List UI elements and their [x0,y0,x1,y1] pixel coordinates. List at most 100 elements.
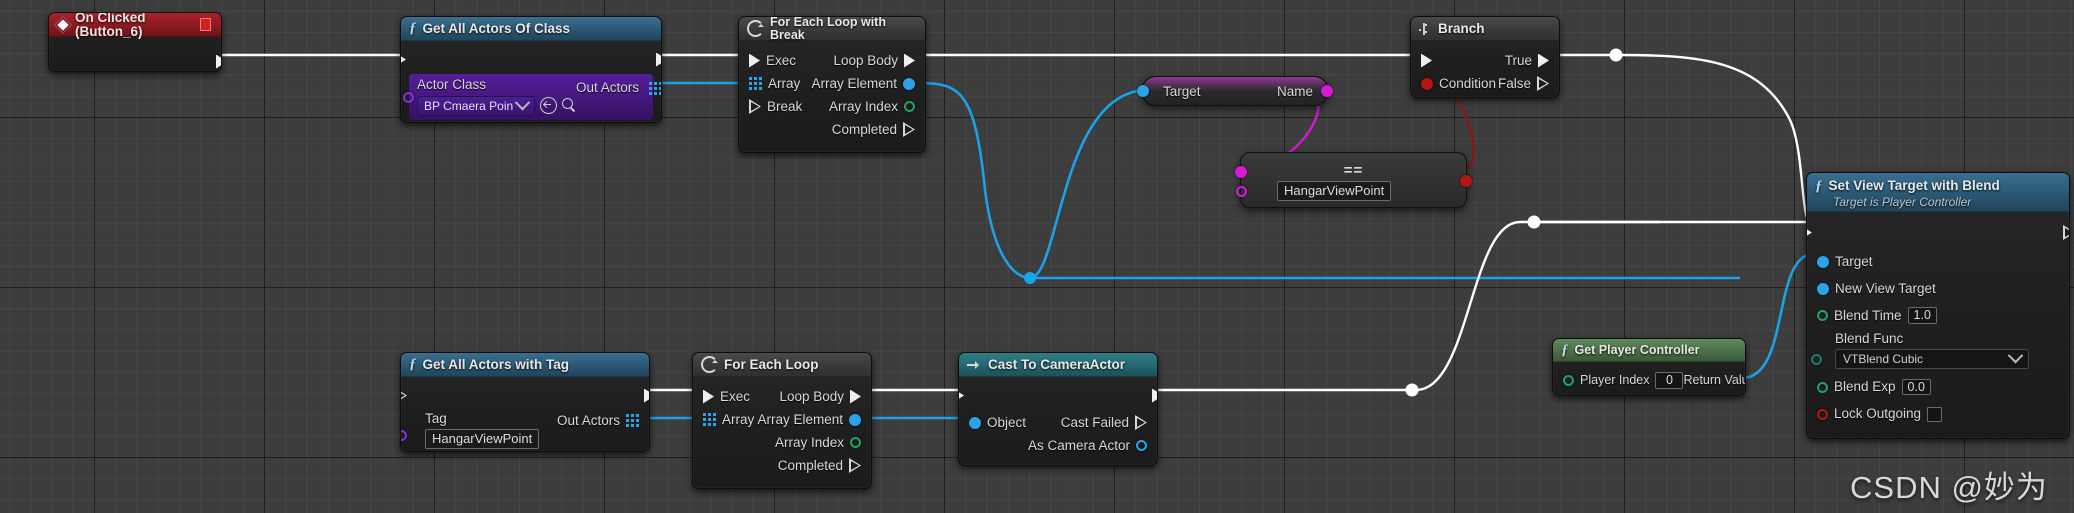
node-title: For Each Loop [724,356,819,372]
array-element-label: Array Element [811,75,897,91]
condition-label: Condition [1439,75,1497,91]
array-index-label: Array Index [828,98,898,114]
blend-exp-in-pin[interactable] [1817,381,1828,393]
completed-out-pin[interactable] [849,458,861,473]
condition-in-pin[interactable] [1421,77,1433,90]
equal-b-in-pin[interactable] [1236,186,1247,197]
object-label: Object [987,414,1027,430]
exec-in-pin[interactable] [1421,53,1432,68]
true-out-pin[interactable] [1538,53,1549,68]
false-label: False [1497,75,1531,91]
out-actors-array-pin[interactable] [649,81,661,95]
equal-result-out-pin[interactable] [1460,175,1472,187]
tag-in-pin[interactable] [401,430,407,441]
blueprint-graph-canvas[interactable]: On Clicked (Button_6) ƒ Get All Actors O… [0,0,2074,513]
target-label: Target [1163,83,1201,99]
node-title: Cast To CameraActor [988,356,1126,372]
break-in-pin[interactable] [749,99,761,114]
tag-value-field[interactable]: HangarViewPoint [425,428,540,449]
exec-out-pin[interactable] [216,54,221,69]
array-element-out-pin[interactable] [849,413,861,426]
exec-out-pin[interactable] [656,52,661,67]
array-in-label: Array [722,411,755,427]
loop-body-label: Loop Body [833,52,898,68]
search-icon[interactable] [562,98,577,113]
node-get-all-actors-of-class[interactable]: ƒ Get All Actors Of Class Actor Class BP… [400,16,662,123]
equal-a-in-pin[interactable] [1235,166,1247,178]
node-cast-to-camera-actor[interactable]: Cast To CameraActor Object Cast Failed A… [958,352,1158,466]
exec-in-pin[interactable] [959,388,964,403]
array-index-out-pin[interactable] [850,437,861,448]
blend-time-in-pin[interactable] [1817,310,1828,321]
node-set-view-target-with-blend[interactable]: ƒ Set View Target with Blend Target is P… [1806,172,2070,439]
completed-out-pin[interactable] [903,122,915,137]
array-element-label: Array Element [757,411,843,427]
node-header: Cast To CameraActor [959,353,1157,377]
new-view-target-in-pin[interactable] [1817,282,1829,295]
exec-in-pin[interactable] [749,53,760,68]
target-in-pin[interactable] [1137,85,1149,97]
array-in-label: Array [768,75,801,91]
function-f-icon: ƒ [1815,177,1823,194]
node-title: For Each Loop with Break [770,16,886,42]
event-diamond-icon [54,16,72,33]
false-out-pin[interactable] [1537,76,1549,91]
loop-body-out-pin[interactable] [850,389,861,404]
array-in-pin[interactable] [749,77,762,90]
array-element-out-pin[interactable] [903,77,915,90]
blend-func-in-pin[interactable] [1811,354,1822,365]
blend-time-label: Blend Time [1834,307,1902,323]
out-actors-array-pin[interactable] [626,414,639,428]
player-index-label: Player Index [1580,373,1650,388]
node-branch[interactable]: Branch True Condition False [1410,16,1560,98]
exec-in-pin[interactable] [401,388,407,403]
exec-in-pin[interactable] [703,389,714,404]
function-f-icon: ƒ [409,20,417,36]
exec-in-pin[interactable] [401,52,406,67]
loop-body-label: Loop Body [779,388,844,404]
cast-failed-out-pin[interactable] [1135,415,1147,430]
array-index-out-pin[interactable] [904,101,915,112]
completed-label: Completed [831,121,897,137]
exec-out-pin[interactable] [1152,388,1157,403]
node-equal-name[interactable]: == HangarViewPoint [1235,152,1472,208]
player-index-field[interactable]: 0 [1655,372,1684,389]
node-header: ƒ Get Player Controller [1553,339,1745,362]
blend-time-field[interactable]: 1.0 [1907,307,1937,324]
actor-class-in-pin[interactable] [403,92,414,103]
node-get-display-name[interactable]: Target Name [1137,76,1333,106]
node-header: ƒ Get All Actors Of Class [401,17,661,41]
actor-class-select[interactable]: BP Cmaera Poin [417,94,536,116]
exec-in-pin[interactable] [1807,225,1812,240]
loop-body-out-pin[interactable] [904,53,915,68]
chevron-down-icon [514,94,531,111]
node-header: For Each Loop [693,353,871,377]
actor-class-param-block: Actor Class BP Cmaera Poin Out Actors [403,74,661,120]
lock-outgoing-checkbox[interactable] [1927,406,1943,422]
node-title: Get Player Controller [1574,342,1700,357]
equal-b-value-field[interactable]: HangarViewPoint [1277,181,1392,201]
node-on-clicked[interactable]: On Clicked (Button_6) [48,12,222,72]
array-in-pin[interactable] [703,413,716,426]
target-in-pin[interactable] [1817,255,1829,268]
as-camera-actor-out-pin[interactable] [1136,440,1147,451]
node-get-all-actors-with-tag[interactable]: ƒ Get All Actors with Tag Tag HangarView… [400,352,650,452]
browse-back-icon[interactable] [540,97,558,114]
node-for-each-loop[interactable]: For Each Loop Exec Loop Body Array Array… [692,352,872,489]
name-out-pin[interactable] [1321,85,1333,97]
as-camera-actor-label: As Camera Actor [1027,437,1130,453]
node-subtitle: Target is Player Controller [1833,194,1972,209]
object-in-pin[interactable] [969,416,981,429]
node-get-player-controller[interactable]: ƒ Get Player Controller Player Index 0 R… [1552,338,1746,396]
lock-outgoing-in-pin[interactable] [1817,408,1828,420]
node-header: ƒ Set View Target with Blend Target is P… [1807,173,2069,212]
exec-out-pin[interactable] [644,388,649,403]
equal-operator-label: == [1343,162,1364,179]
cast-arrow-icon [967,360,982,370]
blend-func-select[interactable]: VTBlend Cubic [1835,347,2029,369]
blend-exp-field[interactable]: 0.0 [1901,378,1931,396]
exec-out-pin[interactable] [2063,225,2069,240]
player-index-in-pin[interactable] [1563,375,1574,386]
node-header: ƒ Get All Actors with Tag [401,353,649,377]
node-for-each-loop-with-break[interactable]: For Each Loop with Break Exec Loop Body … [738,16,926,153]
